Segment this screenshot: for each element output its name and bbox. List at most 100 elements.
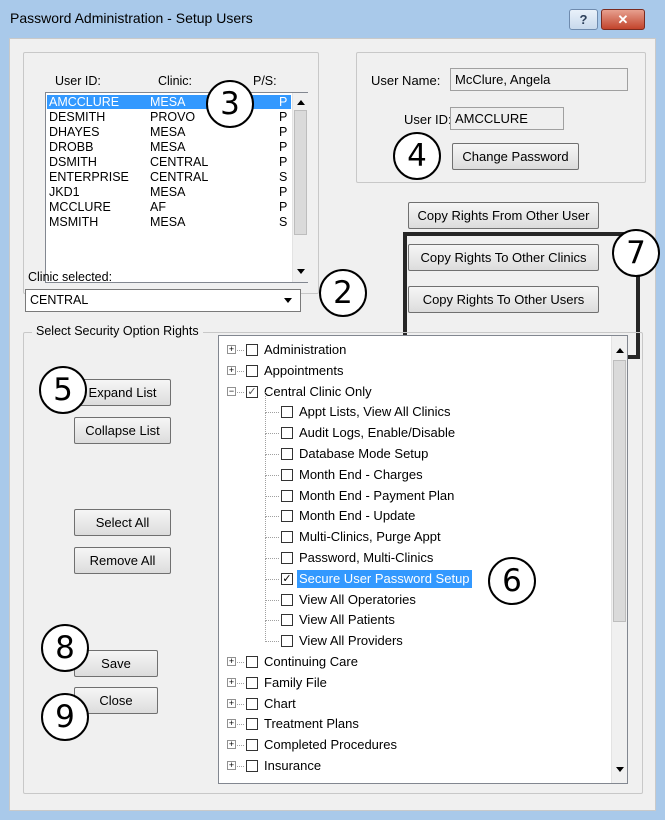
tree-item-label[interactable]: Month End - Update [297,506,417,526]
scroll-down-arrow-icon[interactable] [616,767,624,772]
collapse-list-button[interactable]: Collapse List [74,417,171,444]
user-list-row[interactable]: DROBB MESA P [47,140,291,154]
close-window-button[interactable]: ✕ [601,9,645,30]
tree-checkbox[interactable] [246,656,258,668]
user-list-cell-ps: S [279,215,288,229]
tree-item-label[interactable]: View All Patients [297,610,397,630]
tree-item-label[interactable]: Completed Procedures [262,735,399,755]
user-list-row[interactable]: AMCCLURE MESA P [47,95,291,109]
expand-list-button[interactable]: Expand List [74,379,171,406]
tree-checkbox[interactable] [281,406,293,419]
tree-checkbox[interactable] [246,364,258,377]
remove-all-button[interactable]: Remove All [74,547,171,574]
expand-node-icon[interactable]: + [227,677,236,687]
expand-node-icon[interactable]: + [227,740,236,750]
user-list-row[interactable]: DESMITH PROVO P [47,110,291,124]
user-list-scrollbar[interactable] [292,93,308,282]
clinic-select[interactable]: CENTRAL [25,289,301,312]
tree-item-label[interactable]: Treatment Plans [262,714,361,734]
user-list-row[interactable]: DSMITH CENTRAL P [47,155,291,169]
scroll-up-arrow-icon[interactable] [297,100,305,105]
callout-8: 8 [41,624,89,672]
tree-checkbox[interactable]: ✓ [246,385,258,398]
security-options-tree[interactable]: + Administration + Appointments − ✓ Central Cl… [218,335,628,784]
user-listbox[interactable]: MSMITH MESA S MCCLURE AF P JKD1 MESA P ENTERPRISE… [45,92,308,283]
tree-item-label[interactable]: Password, Multi-Clinics [297,548,435,568]
tree-checkbox[interactable] [281,489,293,502]
tree-item-label[interactable]: Appointments [262,361,346,381]
user-list-row[interactable]: DHAYES MESA P [47,125,291,139]
scroll-thumb[interactable] [294,110,307,235]
tree-item-label[interactable]: Central Clinic Only [262,382,374,402]
expand-node-icon[interactable]: + [227,698,236,708]
change-password-button[interactable]: Change Password [452,143,579,170]
tree-item-label[interactable]: Appt Lists, View All Clinics [297,402,453,422]
tree-checkbox[interactable] [281,635,293,648]
scroll-down-arrow-icon[interactable] [297,269,305,274]
user-list-cell-user-id: DSMITH [49,155,97,169]
tree-item-label[interactable]: Audit Logs, Enable/Disable [297,423,457,443]
tree-item-label[interactable]: View All Providers [297,631,405,651]
user-list-row[interactable]: MSMITH MESA S [47,215,291,229]
tree-connector [265,538,266,559]
tree-checkbox[interactable] [246,718,258,731]
tree-checkbox[interactable] [246,344,258,356]
tree-connector [265,558,279,559]
copy-rights-to-other-clinics-button[interactable]: Copy Rights To Other Clinics [408,244,599,271]
tree-item-label[interactable]: Secure User Password Setup [297,569,472,588]
tree-item-label[interactable]: Insurance [262,756,323,776]
tree-checkbox[interactable] [281,593,293,606]
user-list-cell-ps: P [279,155,288,169]
chevron-down-icon[interactable] [284,298,292,303]
callout-3: 3 [206,80,254,128]
copy-rights-from-other-user-button[interactable]: Copy Rights From Other User [408,202,599,229]
password-admin-window: Password Administration - Setup Users ? … [0,0,665,820]
user-list-cell-ps: P [279,185,288,199]
user-list-cell-clinic: MESA [150,95,186,109]
tree-item-label[interactable]: Administration [262,340,348,360]
tree-checkbox[interactable] [246,697,258,710]
user-list-row[interactable]: MCCLURE AF P [47,200,291,214]
scroll-thumb[interactable] [613,360,626,622]
tree-scrollbar[interactable] [611,336,627,783]
tree-checkbox[interactable] [246,676,258,689]
tree-item-label[interactable]: Continuing Care [262,652,360,672]
collapse-node-icon[interactable]: − [227,386,236,396]
tree-checkbox[interactable] [281,510,293,523]
tree-checkbox[interactable] [281,531,293,544]
clinic-header: Clinic: [158,74,193,88]
tree-checkbox[interactable]: ✓ [281,572,293,585]
expand-node-icon[interactable]: + [227,365,236,375]
tree-connector [265,537,279,539]
expand-node-icon[interactable]: + [227,345,236,354]
tree-item-label[interactable]: Chart [262,694,298,714]
tree-checkbox[interactable] [281,427,293,440]
tree-item-label[interactable]: Month End - Charges [297,465,425,485]
user-list-row[interactable]: ENTERPRISE CENTRAL S [47,170,291,184]
tree-checkbox[interactable] [281,614,293,627]
tree-item-label[interactable]: Database Mode Setup [297,444,430,464]
help-button[interactable]: ? [569,9,598,30]
select-all-button[interactable]: Select All [74,509,171,536]
expand-node-icon[interactable]: + [227,761,236,770]
callout-7: 7 [612,229,660,277]
scroll-up-arrow-icon[interactable] [616,348,624,353]
user-list-row[interactable]: JKD1 MESA P [47,185,291,199]
user-list-cell-clinic: PROVO [150,110,196,124]
tree-connector [265,433,279,435]
tree-item-label[interactable]: Family File [262,673,329,693]
tree-item-label[interactable]: Multi-Clinics, Purge Appt [297,527,443,547]
tree-checkbox[interactable] [281,448,293,460]
tree-checkbox[interactable] [281,468,293,481]
tree-checkbox[interactable] [246,739,258,752]
tree-item-label[interactable]: Month End - Payment Plan [297,486,456,506]
tree-checkbox[interactable] [246,760,258,772]
tree-checkbox[interactable] [281,552,293,564]
expand-node-icon[interactable]: + [227,719,236,729]
user-list-cell-user-id: ENTERPRISE [49,170,129,184]
tree-item-label[interactable]: View All Operatories [297,590,418,610]
tree-connector [265,621,266,643]
tree-connector [237,745,244,747]
copy-rights-to-other-users-button[interactable]: Copy Rights To Other Users [408,286,599,313]
expand-node-icon[interactable]: + [227,657,236,666]
